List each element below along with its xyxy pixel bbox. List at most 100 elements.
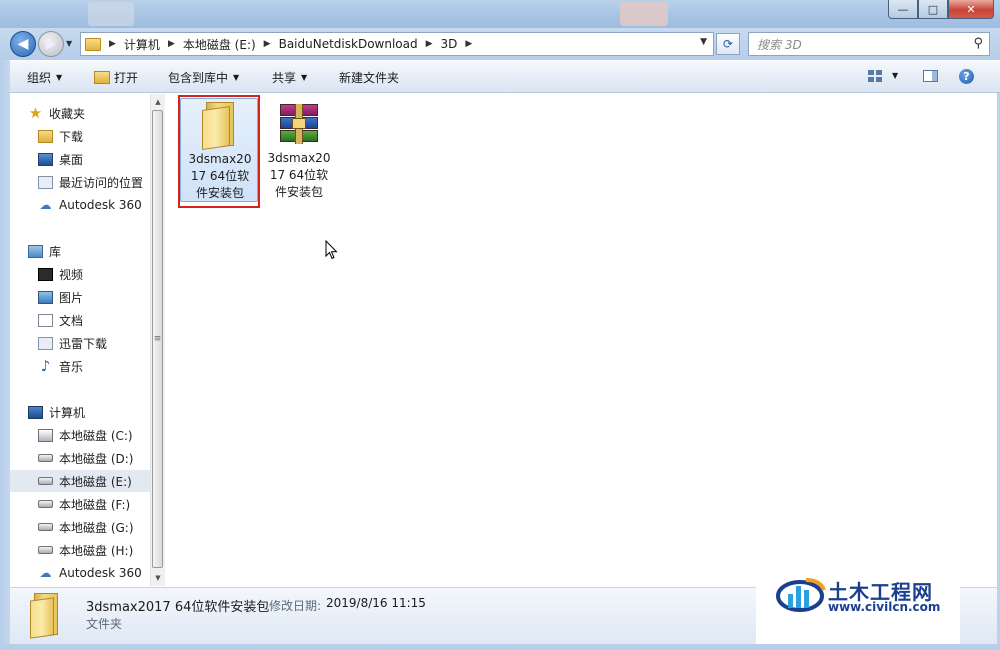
file-item-rar-archive[interactable]: 3dsmax20 17 64位软 件安装包: [260, 98, 338, 202]
nav-computer-header[interactable]: 计算机: [28, 401, 150, 423]
folder-icon: [28, 593, 64, 639]
civilcn-logo-icon: [776, 578, 826, 612]
organize-label: 组织: [27, 71, 52, 85]
nav-item-recent-places[interactable]: 最近访问的位置: [38, 171, 150, 193]
nav-libraries-header[interactable]: 库: [28, 240, 150, 262]
drive-icon: [38, 546, 53, 554]
address-bar[interactable]: ▶ 计算机 ▶ 本地磁盘 (E:) ▶ BaiduNetdiskDownload…: [80, 32, 714, 56]
chevron-right-icon[interactable]: ▶: [168, 39, 175, 49]
nav-label: 最近访问的位置: [59, 175, 144, 190]
view-dropdown-icon[interactable]: ▼: [892, 71, 898, 80]
chevron-right-icon[interactable]: ▶: [465, 39, 472, 49]
chevron-right-icon[interactable]: ▶: [109, 39, 116, 49]
close-button[interactable]: ✕: [948, 0, 994, 19]
minimize-button[interactable]: —: [888, 0, 918, 19]
nav-label: 迅雷下载: [59, 336, 108, 351]
details-modified-label: 修改日期:: [269, 599, 322, 613]
nav-item-documents[interactable]: 文档: [38, 309, 150, 331]
back-button[interactable]: ◀: [10, 31, 36, 57]
refresh-button[interactable]: ⟳: [716, 33, 740, 55]
drive-icon: [38, 500, 53, 508]
forward-button[interactable]: ▶: [38, 31, 64, 57]
nav-item-drive-h[interactable]: 本地磁盘 (H:): [38, 539, 150, 561]
scroll-up-icon[interactable]: ▲: [151, 94, 165, 110]
background-glass-blur: [88, 2, 134, 26]
drive-icon: [38, 477, 53, 485]
breadcrumb-3d[interactable]: 3D: [441, 37, 458, 51]
details-file-type: 文件夹: [86, 617, 123, 631]
nav-label: 文档: [59, 313, 84, 328]
chevron-right-icon[interactable]: ▶: [426, 39, 433, 49]
dropdown-arrow-icon: ▼: [233, 73, 240, 82]
nav-label: 桌面: [59, 152, 84, 167]
nav-label: 库: [49, 244, 62, 259]
search-placeholder: 搜索 3D: [757, 37, 802, 52]
nav-item-drive-f[interactable]: 本地磁盘 (F:): [38, 493, 150, 515]
nav-item-autodesk-360[interactable]: ☁ Autodesk 360: [38, 194, 150, 216]
window-controls: — □ ✕: [888, 0, 994, 19]
share-label: 共享: [272, 71, 297, 85]
help-icon[interactable]: ?: [959, 69, 974, 84]
new-folder-label: 新建文件夹: [339, 71, 400, 85]
system-drive-icon: [38, 428, 53, 442]
nav-item-downloads[interactable]: 下载: [38, 125, 150, 147]
nav-item-drive-g[interactable]: 本地磁盘 (G:): [38, 516, 150, 538]
nav-label: 本地磁盘 (G:): [59, 520, 134, 535]
open-button[interactable]: 打开: [94, 69, 138, 86]
title-bar: — □ ✕: [0, 0, 1000, 28]
chevron-right-icon[interactable]: ▶: [264, 39, 271, 49]
maximize-button[interactable]: □: [918, 0, 948, 19]
change-view-icon[interactable]: [868, 70, 882, 82]
dropdown-arrow-icon: ▼: [56, 73, 63, 82]
watermark-url: www.civilcn.com: [828, 600, 941, 614]
nav-label: Autodesk 360: [59, 566, 142, 580]
breadcrumb-baidunetdiskdownload[interactable]: BaiduNetdiskDownload: [279, 37, 418, 51]
open-folder-icon: [94, 71, 110, 84]
nav-favorites-header[interactable]: ★ 收藏夹: [28, 102, 150, 124]
new-folder-button[interactable]: 新建文件夹: [339, 69, 399, 86]
recent-pages-dropdown-icon[interactable]: ▼: [66, 39, 72, 48]
window-frame-bottom: [0, 644, 1000, 650]
organize-menu[interactable]: 组织 ▼: [27, 69, 62, 86]
scroll-down-icon[interactable]: ▼: [151, 570, 165, 586]
search-icon[interactable]: ⚲: [973, 36, 983, 51]
drive-icon: [38, 523, 53, 531]
file-name: 3dsmax20 17 64位软 件安装包: [262, 150, 336, 201]
window-frame-left: [0, 60, 10, 650]
recent-places-icon: [38, 175, 53, 189]
address-dropdown-icon[interactable]: ▼: [700, 37, 707, 47]
nav-item-music[interactable]: ♪ 音乐: [38, 355, 150, 377]
nav-label: 视频: [59, 267, 84, 282]
details-file-name: 3dsmax2017 64位软件安装包: [86, 600, 270, 615]
navigation-pane: ★ 收藏夹 下载 桌面 最近访问的位置 ☁ Autodesk 360 库 视频 图片…: [10, 94, 150, 586]
folder-icon: [85, 37, 101, 51]
winrar-archive-icon: [280, 104, 318, 144]
nav-item-drive-e[interactable]: 本地磁盘 (E:): [10, 470, 150, 492]
nav-item-drive-c[interactable]: 本地磁盘 (C:): [38, 424, 150, 446]
file-list: 3dsmax20 17 64位软 件安装包 3dsmax20 17 64位软 件…: [165, 94, 1000, 586]
nav-label: 收藏夹: [49, 106, 86, 121]
nav-item-pictures[interactable]: 图片: [38, 286, 150, 308]
breadcrumb-computer[interactable]: 计算机: [124, 36, 160, 53]
preview-pane-icon[interactable]: [923, 70, 938, 82]
nav-item-thunder-downloads[interactable]: 迅雷下载: [38, 332, 150, 354]
nav-label: 本地磁盘 (F:): [59, 497, 131, 512]
nav-item-autodesk-360-drive[interactable]: ☁ Autodesk 360: [38, 562, 150, 584]
nav-item-drive-d[interactable]: 本地磁盘 (D:): [38, 447, 150, 469]
share-menu[interactable]: 共享 ▼: [272, 69, 307, 86]
background-glass-blur: [620, 2, 668, 26]
nav-item-desktop[interactable]: 桌面: [38, 148, 150, 170]
thunder-downloads-icon: [38, 336, 53, 350]
search-input[interactable]: 搜索 3D ⚲: [748, 32, 990, 56]
nav-label: 本地磁盘 (C:): [59, 428, 133, 443]
include-in-library-menu[interactable]: 包含到库中 ▼: [168, 69, 239, 86]
video-icon: [38, 267, 53, 281]
nav-label: Autodesk 360: [59, 198, 142, 212]
music-icon: ♪: [40, 357, 51, 375]
breadcrumb-drive-e[interactable]: 本地磁盘 (E:): [183, 36, 256, 53]
include-in-library-label: 包含到库中: [168, 71, 229, 85]
scrollbar-thumb[interactable]: ≡: [152, 110, 163, 568]
nav-label: 计算机: [49, 405, 86, 420]
navigation-scrollbar[interactable]: ▲ ≡ ▼: [150, 94, 165, 586]
nav-item-videos[interactable]: 视频: [38, 263, 150, 285]
